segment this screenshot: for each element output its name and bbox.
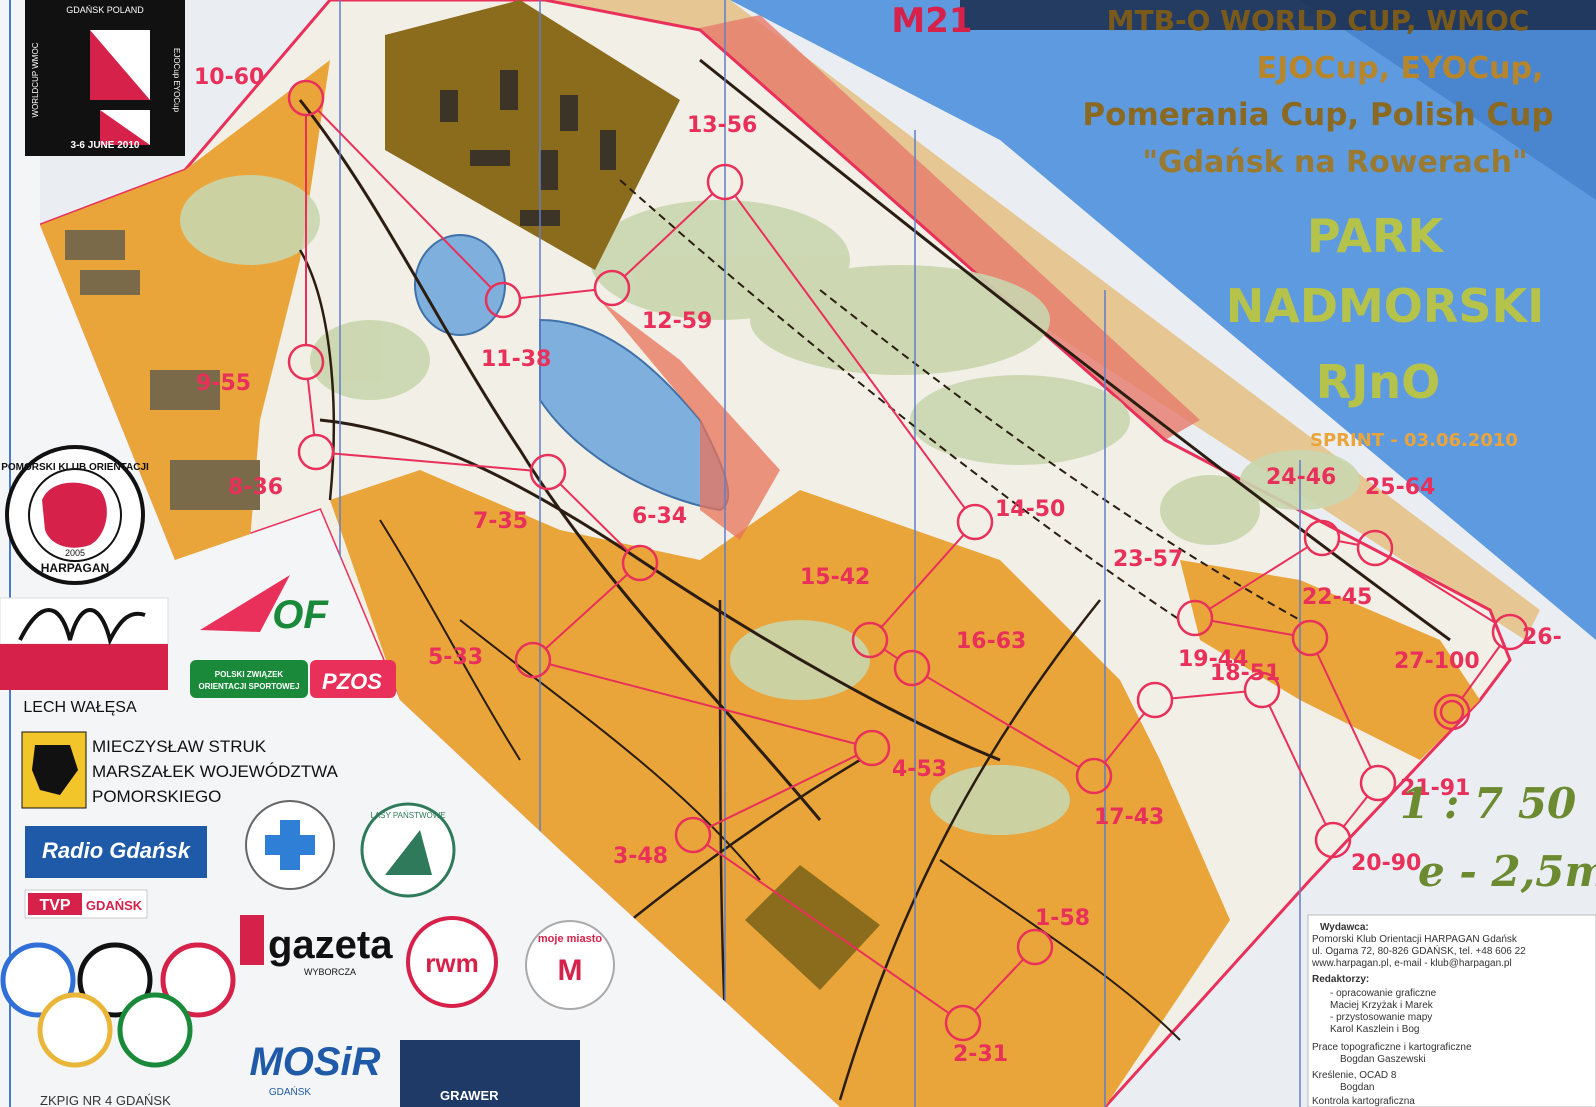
medical-logo <box>245 800 335 890</box>
topo-heading: Prace topograficzne i kartograficzne <box>1312 1042 1472 1053</box>
moje-miasto-text: moje miasto <box>538 933 602 945</box>
control-label-6: 6-34 <box>632 504 687 529</box>
club-name-bottom: HARPAGAN <box>41 561 109 575</box>
map-photo: 1-58 2-31 3-48 4-53 5-33 6-34 7-35 8-36 9-55 10-6… <box>0 0 1596 1107</box>
control-label-17: 17-43 <box>1094 805 1164 830</box>
title-line-3: Pomerania Cup, Polish Cup <box>1082 97 1553 133</box>
control-heading: Kontrola kartograficzna <box>1312 1096 1415 1107</box>
of-text: OF <box>272 593 329 637</box>
control-label-13: 13-56 <box>687 113 757 138</box>
tvp-text: TVP <box>39 897 70 914</box>
rwm-text: rwm <box>425 948 478 978</box>
editors-line-1: - opracowanie graficzne <box>1330 988 1437 999</box>
drawing-heading: Kreślenie, OCAD 8 <box>1312 1070 1397 1081</box>
park-line-1: PARK <box>1307 209 1446 263</box>
control-label-2: 2-31 <box>953 1042 1008 1067</box>
control-label-15: 15-42 <box>800 565 870 590</box>
editors-heading: Redaktorzy: <box>1312 974 1369 985</box>
control-label-9: 9-55 <box>196 371 251 396</box>
editors-line-3: - przystosowanie mapy <box>1330 1012 1432 1023</box>
park-line-2: NADMORSKI <box>1226 279 1544 333</box>
lasy-text: LASY PAŃSTWOWE <box>370 811 445 820</box>
title-line-2: EJOCup, EYOCup, <box>1257 51 1544 86</box>
control-label-19: 19-44 <box>1178 647 1248 672</box>
scale-ratio: 1 : 7 50 <box>1400 779 1576 828</box>
radio-text: Radio Gdańsk <box>42 838 192 863</box>
lasy-panstwowe-logo: LASY PAŃSTWOWE <box>360 802 456 898</box>
club-year: 2005 <box>65 548 85 558</box>
control-label-1: 1-58 <box>1035 906 1090 931</box>
svg-text:M: M <box>558 954 583 987</box>
struk-line-1: MIECZYSŁAW STRUK <box>92 737 267 756</box>
control-label-4: 4-53 <box>892 757 947 782</box>
event-logo: GDAŃSK POLAND WORLDCUP WMOC EJOCup EYOCu… <box>25 0 185 156</box>
tvp-city: GDAŃSK <box>86 898 143 913</box>
tvp-logo: TVP GDAŃSK <box>24 889 148 919</box>
radio-gdansk-logo: Radio Gdańsk <box>25 826 207 878</box>
walesa-name: LECH WAŁĘSA <box>23 699 137 716</box>
publisher-box: Wydawca: Pomorski Klub Orientacji HARPAG… <box>1307 914 1596 1107</box>
course-title: M21 <box>891 1 972 41</box>
control-label-26: 26- <box>1522 625 1562 650</box>
pzos-text: PZOS <box>322 669 382 694</box>
publisher-line-3: www.harpagan.pl, e-mail - klub@harpagan.… <box>1311 958 1512 969</box>
event-logo-left: WORLDCUP WMOC <box>31 42 40 117</box>
gazeta-sub: WYBORCZA <box>304 967 356 977</box>
struk-line-2: MARSZAŁEK WOJEWÓDZTWA <box>92 762 339 781</box>
struk-line-3: POMORSKIEGO <box>92 787 221 806</box>
park-line-3: RJnO <box>1316 355 1440 409</box>
drawing-author: Bogdan <box>1340 1082 1374 1093</box>
control-label-8: 8-36 <box>228 475 283 500</box>
mosir-sub: GDAŃSK <box>269 1085 312 1098</box>
publisher-heading: Wydawca: <box>1320 922 1369 933</box>
control-label-10: 10-60 <box>194 65 264 90</box>
control-label-23: 23-57 <box>1113 547 1183 572</box>
control-label-12: 12-59 <box>642 309 712 334</box>
sprint-date: SPRINT - 03.06.2010 <box>1310 430 1518 451</box>
event-logo-right: EJOCup EYOCup <box>172 48 181 113</box>
grawer-logo: GRAWER <box>400 1040 580 1107</box>
orienteering-map: 1-58 2-31 3-48 4-53 5-33 6-34 7-35 8-36 9-55 10-6… <box>0 0 1596 1107</box>
control-label-20: 20-90 <box>1351 851 1421 876</box>
control-label-16: 16-63 <box>956 629 1026 654</box>
editors-line-4: Karol Kaszlein i Bog <box>1330 1024 1420 1035</box>
club-name-top: POMORSKI KLUB ORIENTACJI <box>1 462 149 473</box>
control-label-11: 11-38 <box>481 347 551 372</box>
title-line-4: "Gdańsk na Rowerach" <box>1142 145 1527 180</box>
editors-line-2: Maciej Krzyżak i Marek <box>1330 1000 1434 1011</box>
control-label-14: 14-50 <box>995 497 1065 522</box>
event-logo-top: GDAŃSK POLAND <box>66 5 144 15</box>
rwm-logo: rwm <box>406 916 498 1008</box>
small-lake <box>414 234 506 336</box>
gazeta-text: gazeta <box>268 923 393 967</box>
pzos-sub-2: ORIENTACJI SPORTOWEJ <box>198 682 299 691</box>
pzos-logo: POLSKI ZWIĄZEK ORIENTACJI SPORTOWEJ PZOS <box>190 660 396 698</box>
title-line-1: MTB-O WORLD CUP, WMOC <box>1107 4 1530 37</box>
publisher-line-2: ul. Ogama 72, 80-826 GDAŃSK, tel. +48 60… <box>1312 944 1526 957</box>
event-logo-date: 3-6 JUNE 2010 <box>71 140 140 151</box>
bottom-partial-text: ZKPIG NR 4 GDAŃSK <box>40 1093 171 1107</box>
control-label-3: 3-48 <box>613 844 668 869</box>
grawer-text: GRAWER <box>440 1088 499 1103</box>
topo-author: Bogdan Gaszewski <box>1340 1054 1426 1065</box>
publisher-line-1: Pomorski Klub Orientacji HARPAGAN Gdańsk <box>1312 934 1518 945</box>
pzos-sub-1: POLSKI ZWIĄZEK <box>215 670 284 679</box>
control-label-27: 27-100 <box>1394 649 1480 674</box>
scale-equidistance: e - 2,5m <box>1418 847 1596 896</box>
control-label-5: 5-33 <box>428 645 483 670</box>
control-label-25: 25-64 <box>1365 475 1435 500</box>
control-label-7: 7-35 <box>473 509 528 534</box>
control-label-24: 24-46 <box>1266 465 1336 490</box>
control-label-22: 22-45 <box>1302 585 1372 610</box>
mosir-text: MOSiR <box>249 1040 380 1084</box>
moje-miasto-logo: moje miasto M <box>525 920 615 1010</box>
